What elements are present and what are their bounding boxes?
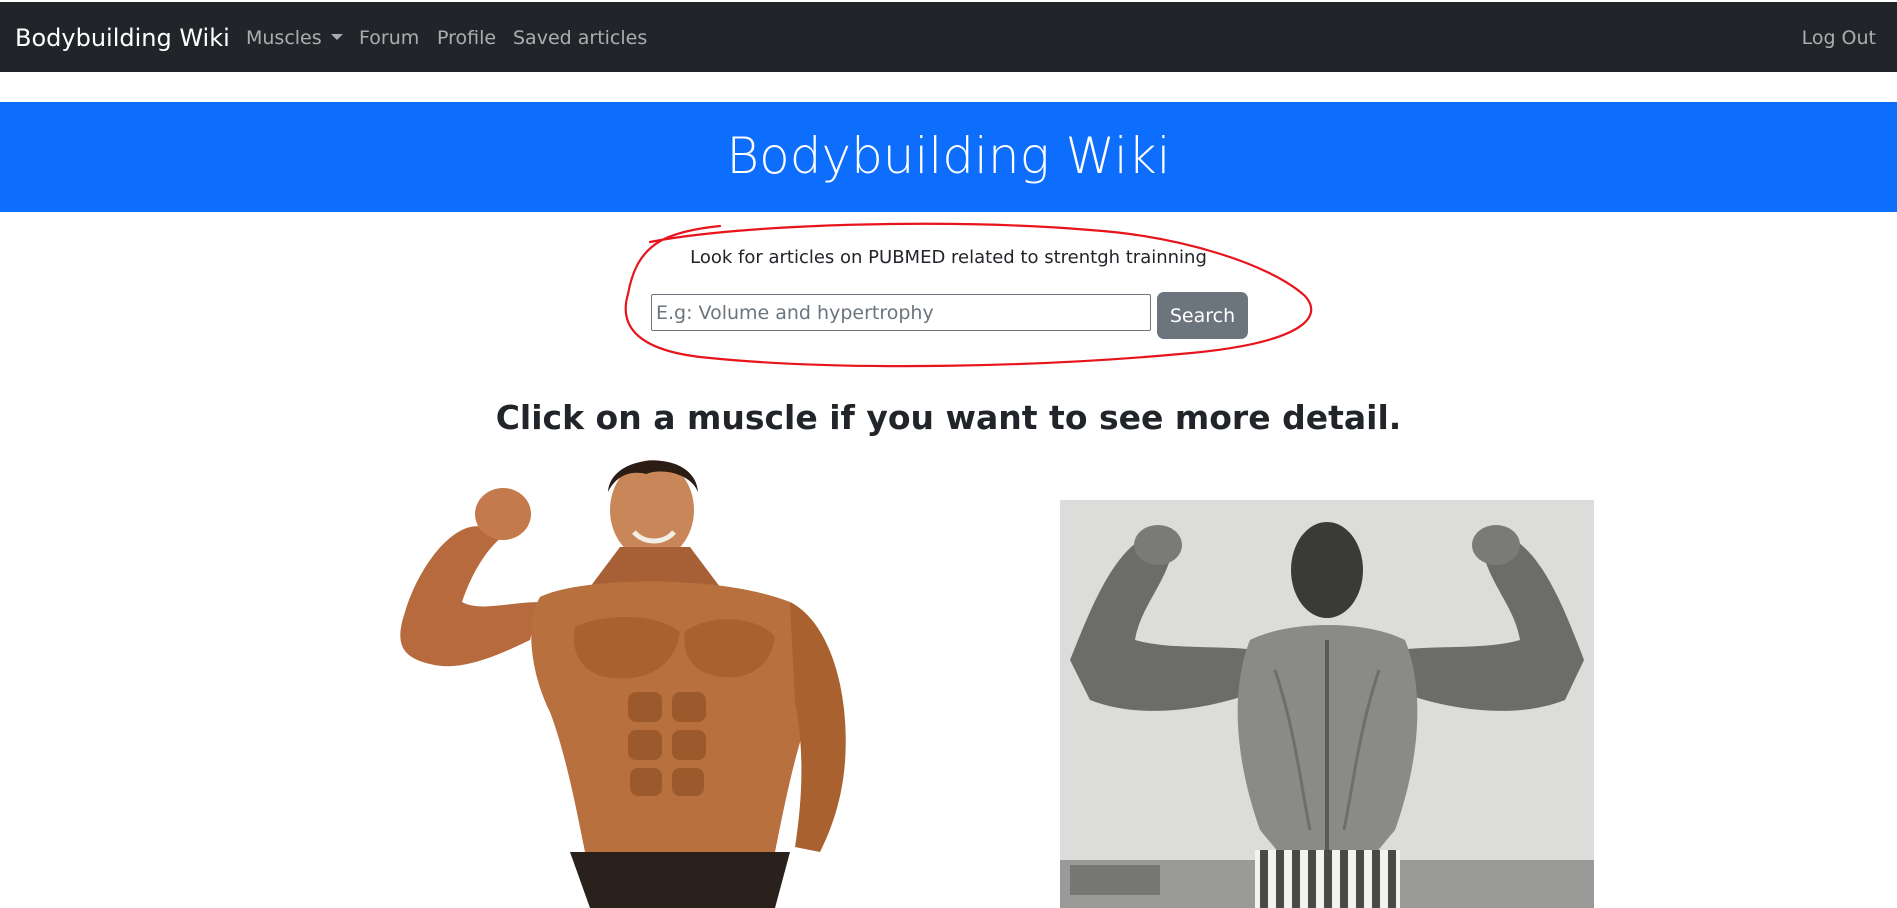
nav-muscles-label: Muscles <box>246 27 322 49</box>
nav-saved-articles[interactable]: Saved articles <box>513 26 647 50</box>
nav-muscles-dropdown[interactable]: Muscles <box>246 26 343 50</box>
search-input[interactable] <box>651 294 1151 331</box>
back-pose-image[interactable] <box>1060 500 1594 908</box>
nav-forum[interactable]: Forum <box>359 26 419 50</box>
nav-logout[interactable]: Log Out <box>1802 26 1876 50</box>
front-pose-image[interactable] <box>390 452 870 908</box>
navbar-brand[interactable]: Bodybuilding Wiki <box>15 23 230 53</box>
instruction-heading: Click on a muscle if you want to see mor… <box>495 398 1402 438</box>
hero-title: Bodybuilding Wiki <box>726 127 1171 185</box>
top-navbar: Bodybuilding Wiki Muscles Forum Profile … <box>0 2 1897 72</box>
hero-banner: Bodybuilding Wiki <box>0 102 1897 212</box>
search-prompt: Look for articles on PUBMED related to s… <box>690 247 1207 268</box>
caret-down-icon <box>330 34 343 40</box>
nav-profile[interactable]: Profile <box>437 26 496 50</box>
search-button[interactable]: Search <box>1157 292 1248 339</box>
